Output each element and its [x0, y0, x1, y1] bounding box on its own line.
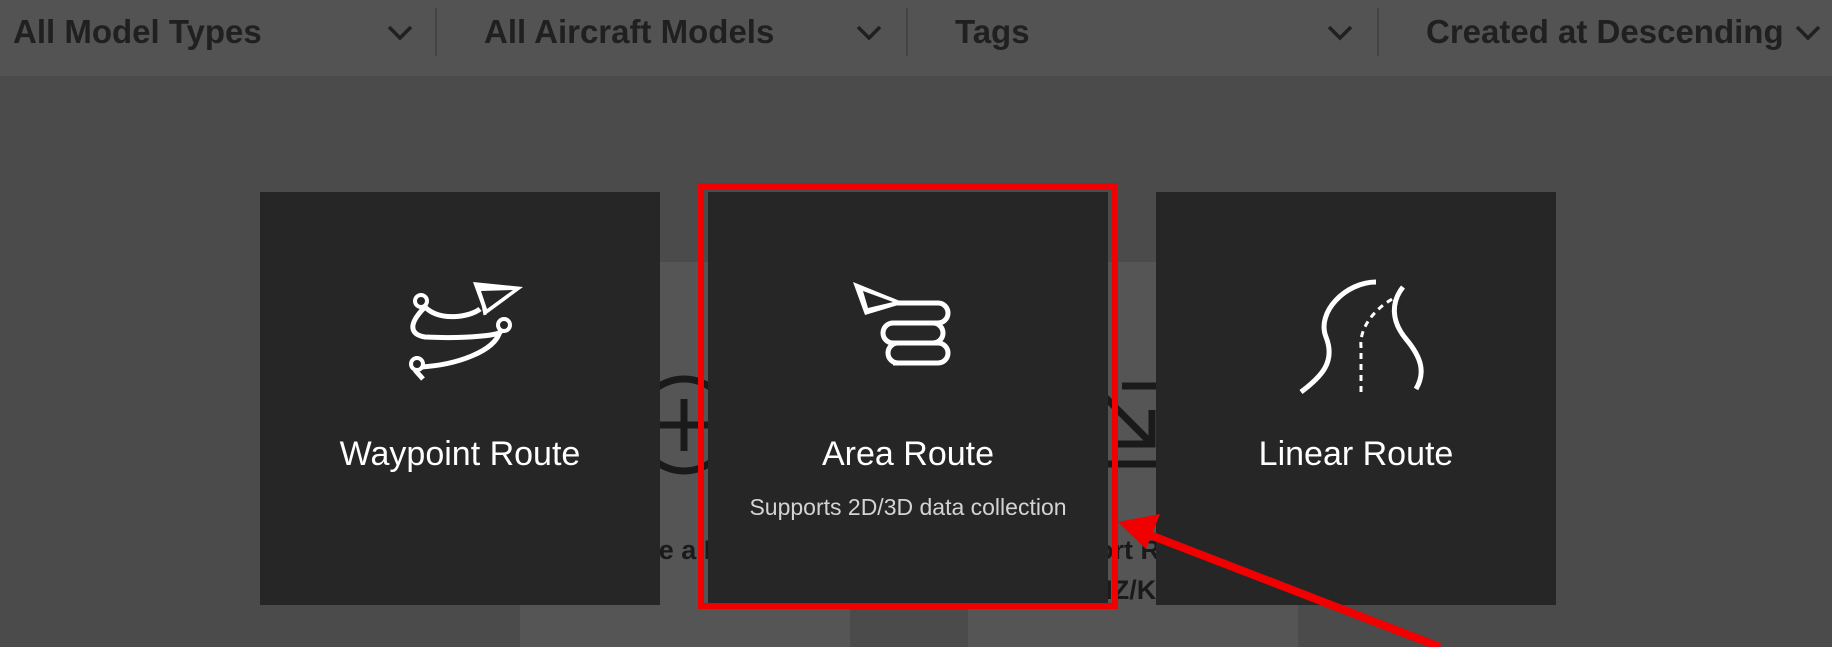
annotation-arrow-icon — [1118, 514, 1442, 647]
